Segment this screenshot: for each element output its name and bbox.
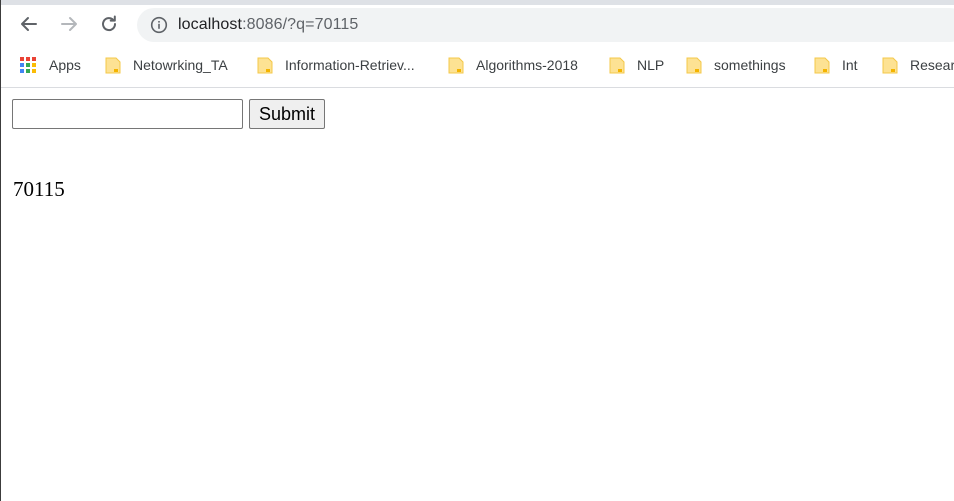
bookmark-label: somethings [714, 57, 786, 73]
browser-toolbar: localhost:8086/?q=70115 [1, 5, 954, 43]
folder-icon [814, 57, 830, 74]
back-button[interactable] [17, 12, 41, 36]
folder-icon [257, 57, 273, 74]
reload-button[interactable] [97, 12, 121, 36]
reload-icon [102, 15, 117, 32]
folder-icon [448, 57, 464, 74]
url-text[interactable]: localhost:8086/?q=70115 [178, 16, 358, 34]
submit-button[interactable]: Submit [249, 99, 326, 129]
url-host: localhost [178, 16, 243, 33]
url-path: :8086/?q=70115 [242, 16, 359, 33]
bookmark-folder-information-retrieval[interactable]: Information-Retriev... [257, 43, 415, 87]
bookmarks-bar: Apps Netowrking_TA Information-Retriev..… [1, 43, 954, 88]
forward-button[interactable] [57, 12, 81, 36]
bookmark-folder-research[interactable]: Resear [882, 43, 954, 87]
bookmark-label: Int [842, 57, 858, 73]
folder-icon [686, 57, 702, 74]
bookmark-folder-int[interactable]: Int [814, 43, 858, 87]
bookmark-label: Algorithms-2018 [476, 57, 578, 73]
bookmark-folder-algorithms[interactable]: Algorithms-2018 [448, 43, 578, 87]
bookmark-label: Apps [49, 57, 81, 73]
bookmark-label: Netowrking_TA [133, 57, 228, 73]
bookmark-label: Information-Retriev... [285, 57, 415, 73]
forward-arrow-icon [61, 17, 77, 31]
query-form: Submit [12, 99, 326, 129]
back-arrow-icon [21, 17, 37, 31]
apps-grid-icon [20, 57, 36, 73]
result-text: 70115 [13, 177, 65, 201]
bookmark-folder-nlp[interactable]: NLP [609, 43, 664, 87]
bookmark-label: Resear [910, 57, 954, 73]
bookmark-apps[interactable]: Apps [20, 43, 81, 87]
bookmark-label: NLP [637, 57, 665, 73]
address-bar[interactable]: localhost:8086/?q=70115 [137, 8, 954, 42]
bookmark-folder-networking[interactable]: Netowrking_TA [105, 43, 228, 87]
info-icon[interactable] [150, 16, 168, 34]
query-input[interactable] [12, 99, 243, 129]
browser-window: localhost:8086/?q=70115 Apps Netowrking_… [0, 0, 954, 501]
bookmark-folder-somethings[interactable]: somethings [686, 43, 786, 87]
folder-icon [609, 57, 625, 74]
folder-icon [105, 57, 121, 74]
folder-icon [882, 57, 898, 74]
